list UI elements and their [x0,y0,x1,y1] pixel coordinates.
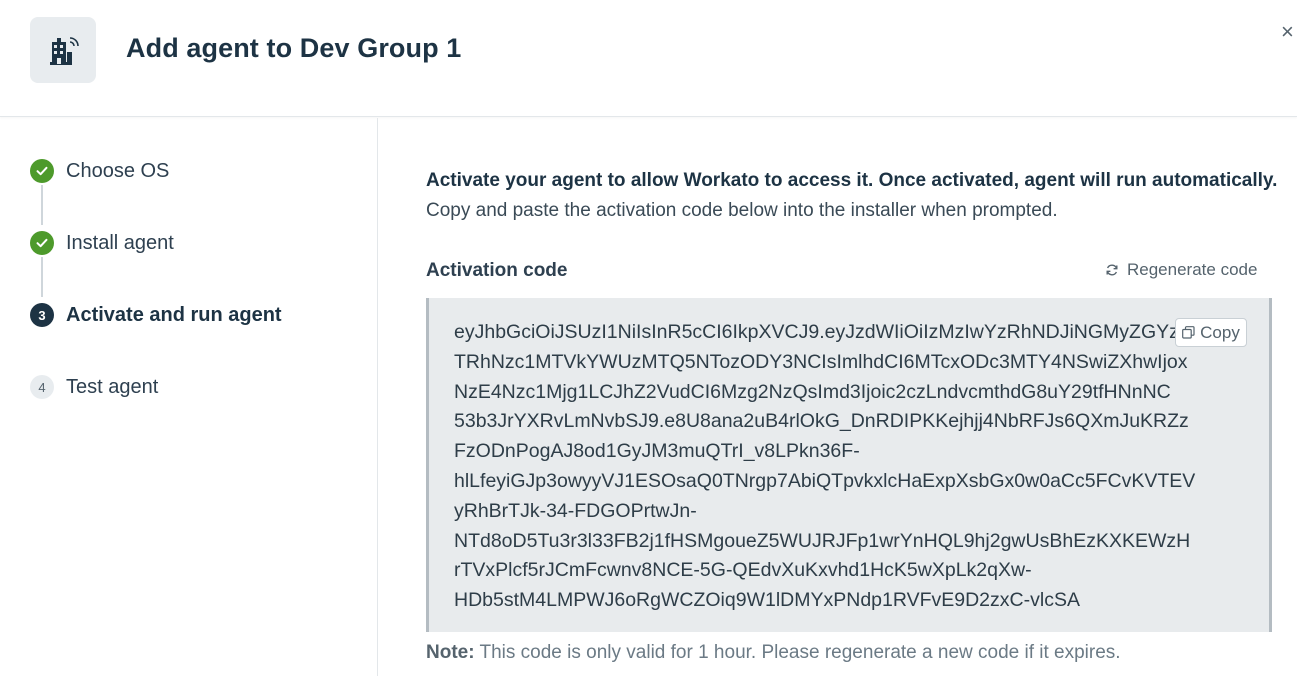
check-icon [30,159,54,183]
intro-heading: Activate your agent to allow Workato to … [426,170,1278,191]
step-label: Activate and run agent [66,303,282,326]
expiry-note: Note: This code is only valid for 1 hour… [426,642,1121,664]
code-line: 53b3JrYXRvLmNvbSJ9.e8U8ana2uB4rlOkG_DnRD… [454,410,1189,433]
step-number-badge: 4 [30,375,54,399]
activation-code-box[interactable]: eyJhbGciOiJSUzI1NiIsInR5cCI6IkpXVCJ9.eyJ… [426,298,1272,632]
copy-button[interactable]: Copy [1175,318,1247,347]
modal-header: Add agent to Dev Group 1 × [0,0,1297,117]
code-line: rTVxPlcf5rJCmFcwnv8NCE-5G-QEdvXuKxvhd1Hc… [454,559,1032,582]
copy-label: Copy [1200,322,1240,342]
step-connector [41,257,43,297]
code-line: HDb5stM4LMPWJ6oRgWCZOiq9W1lDMYxPNdp1RVFv… [454,589,1080,612]
step-test-agent: 4 Test agent [30,375,158,399]
step-choose-os: Choose OS [30,159,169,183]
step-label: Install agent [66,231,174,254]
code-line: NTd8oD5Tu3r3l33FB2j1fHSMgoueZ5WUJRJFp1wr… [454,529,1191,552]
regenerate-code-label: Regenerate code [1127,260,1258,279]
regenerate-code-button[interactable]: Regenerate code [1105,260,1257,280]
main-content: Activate your agent to allow Workato to … [379,118,1297,676]
note-text: This code is only valid for 1 hour. Plea… [474,642,1121,663]
intro-text: Copy and paste the activation code below… [426,200,1058,221]
step-activate-run-agent: 3 Activate and run agent [30,303,282,327]
code-line: eyJhbGciOiJSUzI1NiIsInR5cCI6IkpXVCJ9.eyJ… [454,321,1196,343]
close-icon[interactable]: × [1281,20,1297,44]
code-line: TRhNzc1MTVkYWUzMTQ5NTozODY3NCIsImlhdCI6M… [454,350,1188,373]
modal-title: Add agent to Dev Group 1 [126,33,462,63]
activation-code-text[interactable]: eyJhbGciOiJSUzI1NiIsInR5cCI6IkpXVCJ9.eyJ… [454,318,1196,616]
stepper-sidebar: Choose OS Install agent 3 Activate and r… [0,118,378,676]
step-connector [41,185,43,225]
copy-icon [1182,326,1195,339]
step-install-agent: Install agent [30,231,174,255]
refresh-icon [1106,264,1118,276]
code-line: FzODnPogAJ8od1GyJM3muQTrI_v8LPkn36F- [454,440,860,463]
activation-code-label: Activation code [426,260,568,281]
code-line: NzE4Nzc1Mjg1LCJhZ2VudCI6Mzg2NzQsImd3Ijoi… [454,380,1171,403]
code-line: yRhBrTJk-34-FDGOPrtwJn- [454,499,697,522]
check-icon [30,231,54,255]
code-line: hlLfeyiGJp3owyyVJ1ESOsaQ0TNrgp7AbiQTpvkx… [454,469,1196,492]
step-label: Test agent [66,375,159,398]
note-label: Note: [426,642,475,663]
building-signal-icon [30,17,96,83]
step-label: Choose OS [66,159,170,182]
step-number-badge: 3 [30,303,54,327]
